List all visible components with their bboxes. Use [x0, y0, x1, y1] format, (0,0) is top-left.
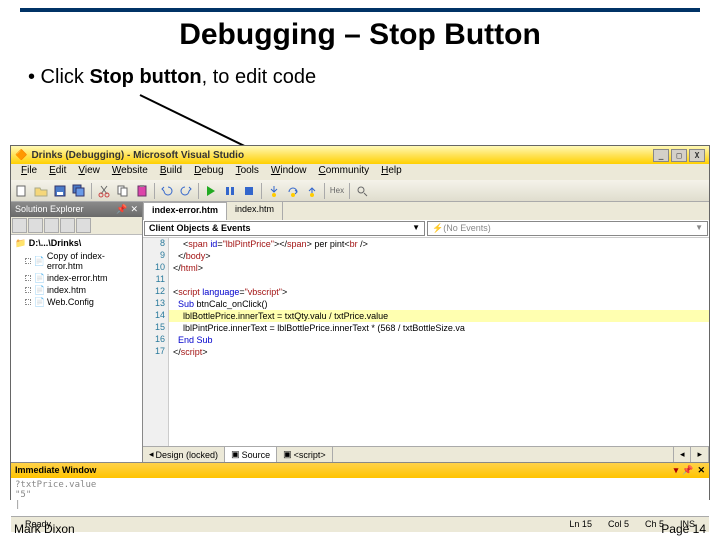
- slide-title: Debugging – Stop Button: [20, 8, 700, 66]
- menu-debug[interactable]: Debug: [188, 164, 229, 180]
- maximize-button[interactable]: □: [671, 149, 687, 162]
- file-icon: 📄: [34, 297, 44, 307]
- vs-icon: 🔶: [15, 150, 27, 161]
- refresh-icon[interactable]: [28, 218, 43, 233]
- file-icon: 📄: [34, 285, 44, 295]
- title-bar: 🔶 Drinks (Debugging) - Microsoft Visual …: [11, 146, 709, 164]
- file-tab[interactable]: index-error.htm: [143, 202, 227, 220]
- toolbar: Hex: [11, 180, 709, 202]
- file-tabs: index-error.htmindex.htm: [143, 202, 709, 220]
- find-icon[interactable]: [353, 182, 371, 200]
- immediate-title: Immediate Window ▾ 📌 ✕: [11, 463, 709, 478]
- save-all-icon[interactable]: [70, 182, 88, 200]
- nav-left-icon[interactable]: ◂: [674, 447, 692, 462]
- step-out-icon[interactable]: [303, 182, 321, 200]
- menu-community[interactable]: Community: [313, 164, 376, 180]
- tab-script[interactable]: ▣ <script>: [277, 447, 333, 462]
- event-dropdown[interactable]: ⚡ (No Events)▼: [427, 221, 708, 236]
- copy-icon[interactable]: [114, 182, 132, 200]
- hex-icon[interactable]: Hex: [328, 182, 346, 200]
- lightning-icon: ⚡: [432, 223, 443, 234]
- properties-icon[interactable]: [12, 218, 27, 233]
- bullet-suf: , to edit code: [202, 66, 317, 88]
- window-title: Drinks (Debugging) - Microsoft Visual St…: [31, 150, 244, 161]
- pin-icon[interactable]: 📌: [682, 465, 693, 476]
- cut-icon[interactable]: [95, 182, 113, 200]
- solution-explorer-title: Solution Explorer 📌 ✕: [11, 202, 142, 217]
- tree-item[interactable]: 📄Copy of index-error.htm: [13, 250, 140, 272]
- minimize-button[interactable]: _: [653, 149, 669, 162]
- nest-icon[interactable]: [44, 218, 59, 233]
- pause-icon[interactable]: [221, 182, 239, 200]
- solution-tree: 📁 D:\...\Drinks\ 📄Copy of index-error.ht…: [11, 235, 142, 462]
- editor-area: index-error.htmindex.htm Client Objects …: [143, 202, 709, 462]
- menu-window[interactable]: Window: [265, 164, 313, 180]
- close-panel-icon[interactable]: ✕: [130, 204, 138, 215]
- immediate-content[interactable]: ?txtPrice.value"5"|: [11, 478, 709, 512]
- nav-right-icon[interactable]: ▸: [691, 447, 709, 462]
- dropdown-icon[interactable]: ▾: [674, 465, 679, 476]
- step-over-icon[interactable]: [284, 182, 302, 200]
- page-number: Page 14: [661, 522, 706, 536]
- tab-source[interactable]: ▣ Source: [225, 447, 277, 462]
- chevron-down-icon: ▼: [412, 223, 420, 234]
- tree-item[interactable]: 📄index.htm: [13, 284, 140, 296]
- menu-edit[interactable]: Edit: [43, 164, 72, 180]
- stop-button[interactable]: [240, 182, 258, 200]
- menu-tools[interactable]: Tools: [230, 164, 265, 180]
- save-icon[interactable]: [51, 182, 69, 200]
- chevron-down-icon: ▼: [695, 223, 703, 234]
- tree-item[interactable]: 📄Web.Config: [13, 296, 140, 308]
- step-into-icon[interactable]: [265, 182, 283, 200]
- immediate-window: Immediate Window ▾ 📌 ✕ ?txtPrice.value"5…: [11, 462, 709, 516]
- folder-icon: 📁: [15, 238, 26, 248]
- menu-file[interactable]: File: [15, 164, 43, 180]
- solution-root[interactable]: 📁 D:\...\Drinks\: [13, 237, 140, 250]
- visual-studio-window: 🔶 Drinks (Debugging) - Microsoft Visual …: [10, 145, 710, 500]
- code-editor[interactable]: 891011121314151617 <span id="lblPintPric…: [143, 238, 709, 446]
- view-icon[interactable]: [60, 218, 75, 233]
- menu-help[interactable]: Help: [375, 164, 408, 180]
- bullet-pre: • Click: [28, 66, 89, 88]
- author: Mark Dixon: [14, 522, 75, 536]
- bullet-text: • Click Stop button, to edit code: [20, 66, 700, 89]
- open-icon[interactable]: [32, 182, 50, 200]
- menu-build[interactable]: Build: [154, 164, 188, 180]
- continue-icon[interactable]: [202, 182, 220, 200]
- paste-icon[interactable]: [133, 182, 151, 200]
- menu-bar: FileEditViewWebsiteBuildDebugToolsWindow…: [11, 164, 709, 180]
- menu-website[interactable]: Website: [106, 164, 154, 180]
- redo-icon[interactable]: [177, 182, 195, 200]
- solution-explorer-panel: Solution Explorer 📌 ✕ 📁 D:\...\Drinks\ 📄…: [11, 202, 143, 462]
- close-icon[interactable]: ✕: [697, 465, 705, 476]
- pin-icon[interactable]: 📌: [116, 204, 127, 215]
- file-tab[interactable]: index.htm: [227, 202, 283, 220]
- undo-icon[interactable]: [158, 182, 176, 200]
- file-icon: 📄: [34, 256, 44, 266]
- copy-web-icon[interactable]: [76, 218, 91, 233]
- close-button[interactable]: X: [689, 149, 705, 162]
- new-project-icon[interactable]: [13, 182, 31, 200]
- bullet-bold: Stop button: [89, 66, 201, 88]
- object-dropdown[interactable]: Client Objects & Events▼: [144, 221, 425, 236]
- solution-explorer-toolbar: [11, 217, 142, 235]
- menu-view[interactable]: View: [72, 164, 106, 180]
- tab-design[interactable]: ◂ Design (locked): [143, 447, 225, 462]
- tree-item[interactable]: 📄index-error.htm: [13, 272, 140, 284]
- file-icon: 📄: [34, 273, 44, 283]
- view-tabs: ◂ Design (locked) ▣ Source ▣ <script> ◂ …: [143, 446, 709, 462]
